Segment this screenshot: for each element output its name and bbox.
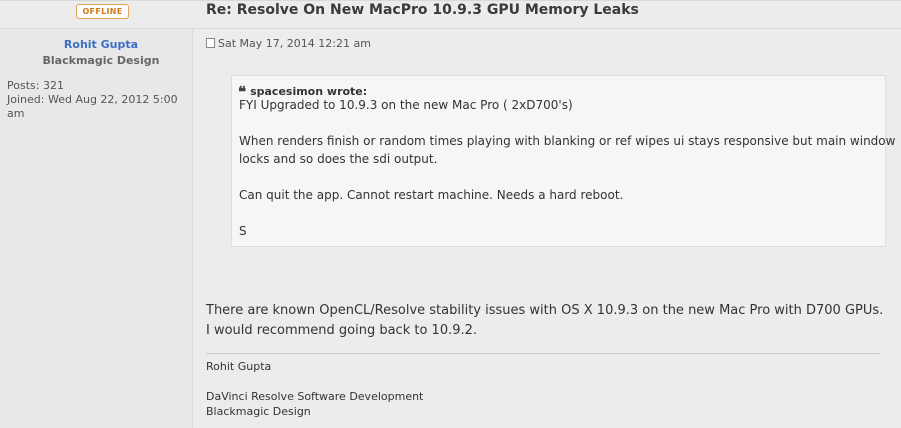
quote-author: spacesimon wrote: xyxy=(250,85,368,98)
posts-count: Posts: 321 xyxy=(7,79,187,93)
post-title[interactable]: Re: Resolve On New MacPro 10.9.3 GPU Mem… xyxy=(206,2,639,18)
quote-line: locks and so does the sdi output. xyxy=(239,152,438,166)
quote-line: S xyxy=(239,224,247,238)
offline-status-badge: OFFLINE xyxy=(76,4,129,19)
post-link-icon[interactable] xyxy=(206,38,215,48)
joined-date: Joined: Wed Aug 22, 2012 5:00 am xyxy=(7,93,187,121)
joined-label: Joined: xyxy=(7,93,45,106)
quote-block: ❝ spacesimon wrote: FYI Upgraded to 10.9.… xyxy=(231,75,895,247)
signature-divider xyxy=(206,353,881,354)
quote-line: When renders finish or random times play… xyxy=(239,134,896,148)
post-timestamp: Sat May 17, 2014 12:21 am xyxy=(218,37,371,50)
post-meta: Sat May 17, 2014 12:21 am xyxy=(206,37,371,50)
post-body: There are known OpenCL/Resolve stability… xyxy=(206,303,884,338)
posts-value: 321 xyxy=(42,79,64,92)
quote-line: Can quit the app. Cannot restart machine… xyxy=(239,188,624,202)
quote-line: FYI Upgraded to 10.9.3 on the new Mac Pr… xyxy=(239,98,573,112)
author-stats: Posts: 321 Joined: Wed Aug 22, 2012 5:00… xyxy=(7,79,187,121)
top-divider xyxy=(0,0,901,1)
posts-label: Posts: xyxy=(7,79,40,92)
author-name-link[interactable]: Rohit Gupta xyxy=(0,38,202,51)
signature-name: Rohit Gupta xyxy=(206,360,272,373)
author-rank: Blackmagic Design xyxy=(42,54,160,67)
signature-company: Blackmagic Design xyxy=(206,405,311,418)
signature-role: DaVinci Resolve Software Development xyxy=(206,390,424,403)
